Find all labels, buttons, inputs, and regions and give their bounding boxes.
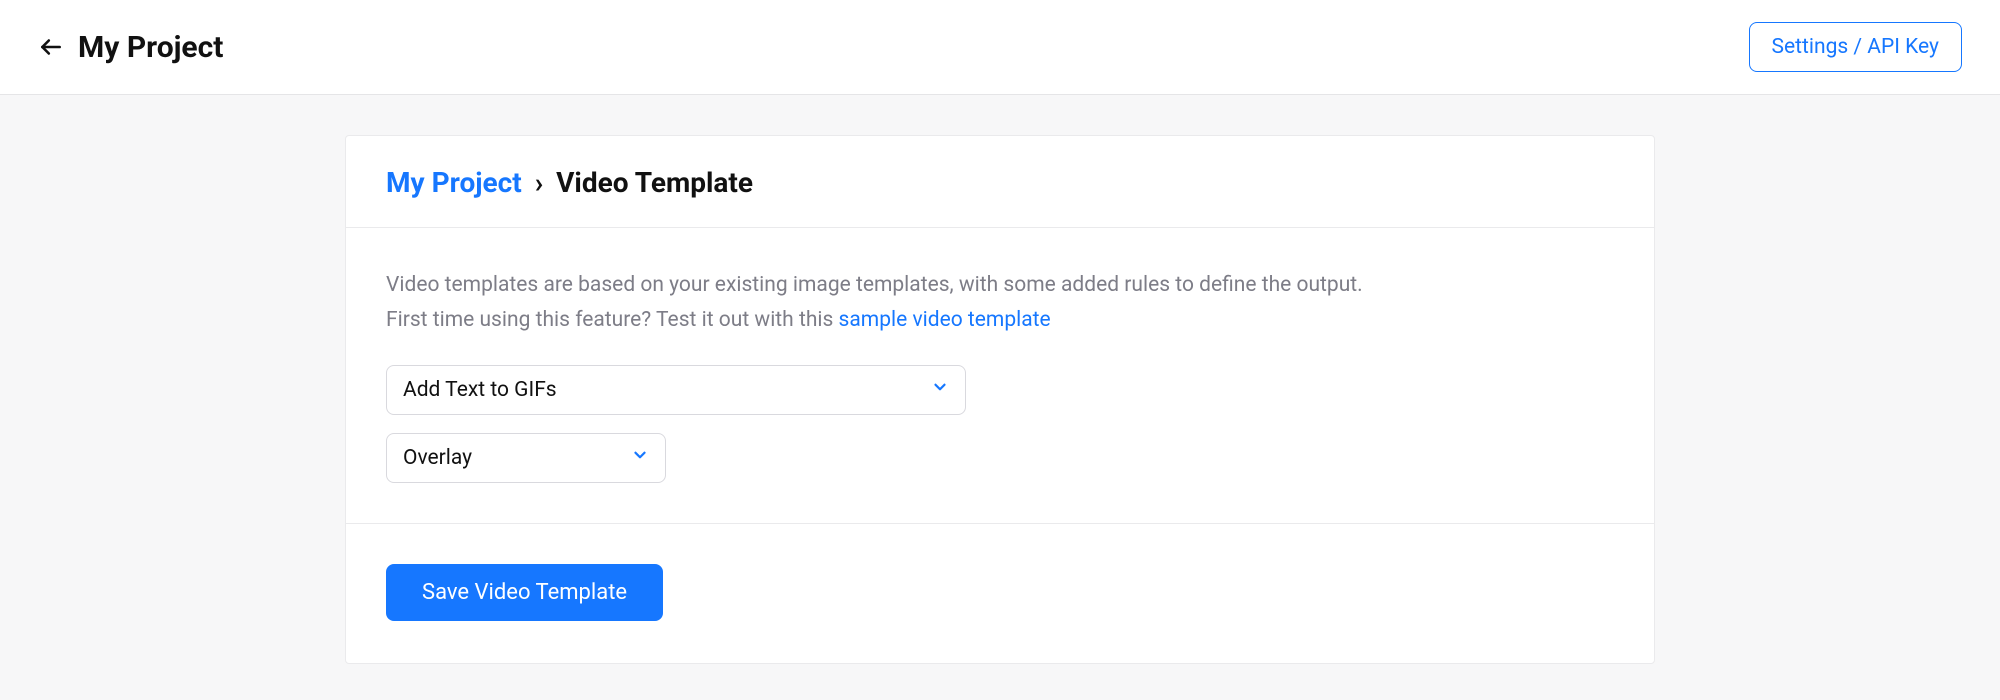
help-text: Video templates are based on your existi…: [386, 268, 1614, 337]
topbar: My Project Settings / API Key: [0, 0, 2000, 95]
page-title: My Project: [78, 30, 223, 65]
card-body: Video templates are based on your existi…: [346, 228, 1654, 524]
card: My Project › Video Template Video templa…: [345, 135, 1655, 664]
chevron-down-icon: [931, 378, 949, 402]
card-footer: Save Video Template: [346, 524, 1654, 663]
save-video-template-button[interactable]: Save Video Template: [386, 564, 663, 621]
card-header: My Project › Video Template: [346, 136, 1654, 228]
breadcrumb-root-link[interactable]: My Project: [386, 166, 522, 199]
sample-video-template-link[interactable]: sample video template: [839, 308, 1051, 332]
template-select-row: Add Text to GIFs: [386, 365, 1614, 415]
chevron-down-icon: [631, 446, 649, 470]
template-select[interactable]: Add Text to GIFs: [386, 365, 966, 415]
help-line-1: Video templates are based on your existi…: [386, 268, 1614, 303]
mode-select[interactable]: Overlay: [386, 433, 666, 483]
breadcrumb: My Project › Video Template: [386, 166, 1614, 199]
topbar-left: My Project: [38, 30, 223, 65]
help-line-2: First time using this feature? Test it o…: [386, 303, 1614, 338]
main: My Project › Video Template Video templa…: [0, 95, 2000, 664]
help-line-2-prefix: First time using this feature? Test it o…: [386, 308, 839, 332]
mode-select-value: Overlay: [403, 446, 472, 470]
back-arrow-icon[interactable]: [38, 34, 64, 60]
breadcrumb-current: Video Template: [556, 166, 753, 199]
mode-select-row: Overlay: [386, 433, 1614, 483]
settings-api-key-button[interactable]: Settings / API Key: [1749, 22, 1962, 72]
breadcrumb-separator: ›: [529, 166, 549, 199]
template-select-value: Add Text to GIFs: [403, 378, 557, 402]
